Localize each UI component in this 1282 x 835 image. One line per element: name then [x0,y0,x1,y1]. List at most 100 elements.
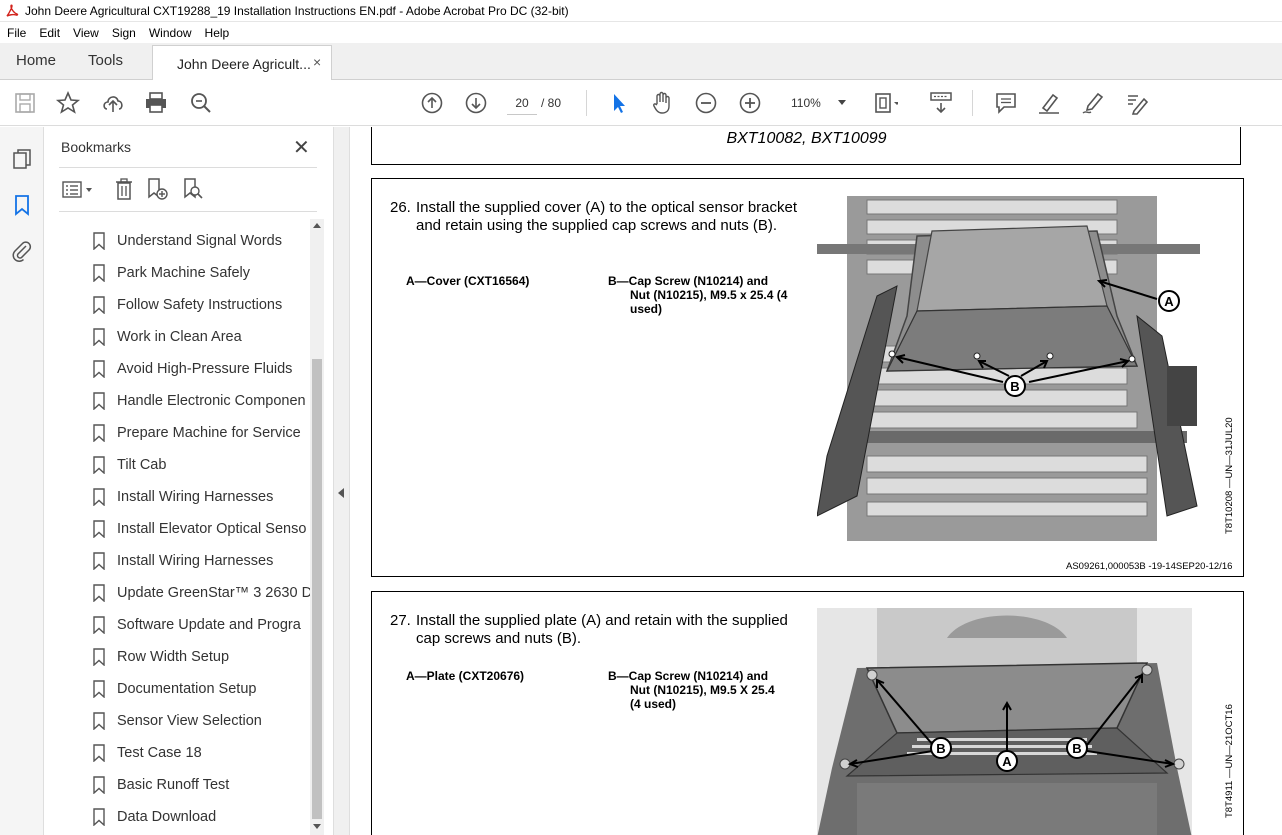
page-total: / 80 [541,96,562,110]
menu-help[interactable]: Help [198,26,236,40]
tab-document[interactable]: John Deere Agricult... × [152,45,332,81]
attachment-icon[interactable] [10,239,34,263]
menu-view[interactable]: View [66,26,105,40]
chevron-down-icon [838,100,846,105]
page-down-icon[interactable] [463,90,489,116]
bookmark-item[interactable]: Install Wiring Harnesses [45,546,310,578]
bookmark-item[interactable]: Data Download [45,802,310,834]
legend-b: B—Cap Screw (N10214) and Nut (N10215), M… [608,669,775,711]
scroll-mode-icon[interactable] [928,90,954,116]
edit-icon[interactable] [1124,90,1150,116]
bookmark-item[interactable]: Work in Clean Area [45,322,310,354]
legend-b-line: B—Cap Screw (N10214) and [608,274,769,288]
legend-b-line: (4 used) [630,697,677,711]
step-text: Install the supplied plate (A) and retai… [416,612,788,647]
bookmark-label: Test Case 18 [117,745,202,761]
scroll-up-icon[interactable] [313,223,321,228]
highlight-icon[interactable] [1036,90,1062,116]
bookmark-item[interactable]: Update GreenStar™ 3 2630 D [45,578,310,610]
tab-close-icon[interactable]: × [313,54,321,70]
bookmark-item[interactable]: Software Update and Progra [45,610,310,642]
tab-home[interactable]: Home [16,52,56,69]
scroll-thumb[interactable] [312,359,322,819]
upload-icon[interactable] [100,90,126,116]
bookmark-item[interactable]: Basic Runoff Test [45,770,310,802]
bookmark-item[interactable]: Tilt Cab [45,450,310,482]
page-fit-icon[interactable] [872,90,900,116]
bookmark-icon [93,392,105,410]
page-up-icon[interactable] [419,90,445,116]
callout-a: A [1002,754,1012,769]
figure-plate-install: B A B [817,608,1192,835]
model-numbers: BXT10082, BXT10099 [726,130,887,147]
divider [59,211,317,212]
legend-a: A—Cover (CXT16564) [406,274,530,288]
bookmark-icon [93,520,105,538]
bookmark-label: Avoid High-Pressure Fluids [117,361,293,377]
page-number-input[interactable] [507,91,537,115]
bookmark-icon [93,808,105,826]
bookmark-label: Prepare Machine for Service [117,425,301,441]
bookmark-item[interactable]: Understand Signal Words [45,226,310,258]
legend-b-line: used) [630,302,663,316]
zoom-in-icon[interactable] [737,90,763,116]
bookmark-icon [93,456,105,474]
page-header-box: BXT10082, BXT10099 [371,127,1241,165]
bookmark-icon [93,680,105,698]
bookmark-options-icon[interactable] [61,179,95,201]
tab-bar: Home Tools John Deere Agricult... × [0,43,1282,81]
select-cursor-icon[interactable] [606,90,632,116]
legend-b-line: Nut (N10215), M9.5 X 25.4 [630,683,775,697]
trash-icon[interactable] [113,177,135,201]
hand-icon[interactable] [649,90,675,116]
legend-a: A—Plate (CXT20676) [406,669,525,683]
bookmark-icon [93,232,105,250]
bookmark-label: Install Wiring Harnesses [117,553,274,569]
bookmark-icon [93,744,105,762]
window-title: John Deere Agricultural CXT19288_19 Inst… [25,3,569,18]
callout-b: B [1010,379,1019,394]
bookmark-item[interactable]: Sensor View Selection [45,706,310,738]
new-bookmark-icon[interactable] [145,177,171,203]
bookmark-item[interactable]: Row Width Setup [45,642,310,674]
collapse-panel-icon[interactable] [338,488,344,498]
bookmark-item[interactable]: Avoid High-Pressure Fluids [45,354,310,386]
legend-b: B—Cap Screw (N10214) and Nut (N10215), M… [608,274,787,316]
search-bookmark-icon[interactable] [181,177,205,203]
figure-code: T8T10208 —UN—31JUL20 [1224,417,1235,534]
save-icon[interactable] [12,90,38,116]
star-icon[interactable] [55,90,81,116]
print-icon[interactable] [143,90,169,116]
close-icon[interactable]: ✕ [293,135,310,160]
bookmark-item[interactable]: Park Machine Safely [45,258,310,290]
zoom-search-icon[interactable] [188,90,214,116]
bookmark-label: Follow Safety Instructions [117,297,283,313]
zoom-select[interactable]: 110% [786,91,856,115]
menu-window[interactable]: Window [142,26,198,40]
panel-splitter[interactable] [333,127,350,835]
bookmark-item[interactable]: Follow Safety Instructions [45,290,310,322]
comment-icon[interactable] [993,90,1019,116]
bookmark-item[interactable]: Documentation Setup [45,674,310,706]
bookmark-label: Data Download [117,809,217,825]
bookmark-item[interactable]: Prepare Machine for Service [45,418,310,450]
bookmark-icon [93,552,105,570]
bookmark-item[interactable]: Handle Electronic Componen [45,386,310,418]
menu-bar: File Edit View Sign Window Help [0,22,1282,43]
tab-tools[interactable]: Tools [88,52,123,69]
zoom-out-icon[interactable] [693,90,719,116]
navigation-rail [0,127,44,835]
bookmark-item[interactable]: Test Case 18 [45,738,310,770]
menu-edit[interactable]: Edit [32,26,66,40]
document-view[interactable]: BXT10082, BXT10099 26. Install the suppl… [351,127,1282,835]
pages-icon[interactable] [10,147,34,171]
menu-sign[interactable]: Sign [105,26,142,40]
toolbar-separator [586,90,587,116]
bookmark-scrollbar[interactable] [310,219,324,835]
bookmark-item[interactable]: Install Elevator Optical Senso [45,514,310,546]
sign-icon[interactable] [1080,90,1106,116]
menu-file[interactable]: File [0,26,32,40]
scroll-down-icon[interactable] [313,824,321,829]
bookmark-item[interactable]: Install Wiring Harnesses [45,482,310,514]
bookmark-panel-icon[interactable] [10,193,34,217]
